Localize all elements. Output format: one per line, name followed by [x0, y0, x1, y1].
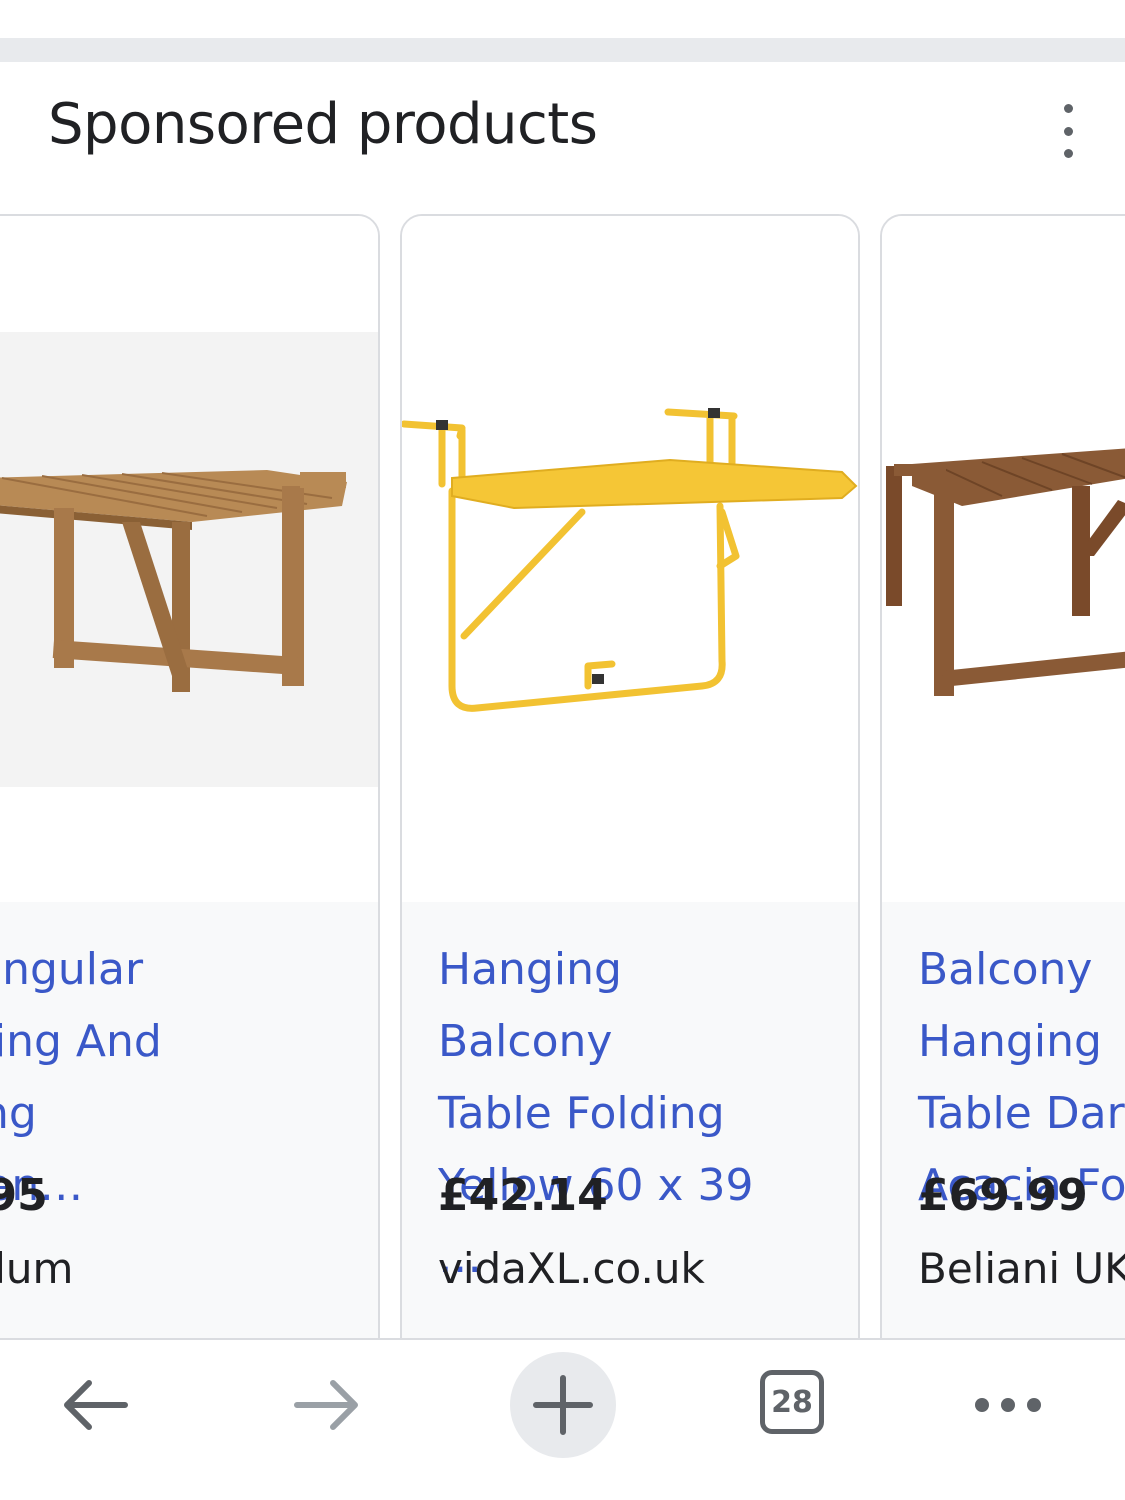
tab-switcher-button[interactable]: 28 [760, 1370, 824, 1434]
plus-icon [533, 1375, 593, 1435]
product-card[interactable]: Balcony Hanging Table Dark Acacia Foldin… [880, 214, 1125, 1340]
product-card[interactable]: Hanging Balcony Table Folding Yellow 60 … [400, 214, 860, 1340]
new-tab-button[interactable] [510, 1352, 616, 1458]
product-info: Balcony Hanging Table Dark Acacia Foldin… [882, 902, 1125, 1340]
product-image[interactable] [402, 216, 858, 902]
arrow-back-icon [64, 1380, 128, 1430]
section-title: Sponsored products [48, 92, 598, 157]
back-button[interactable] [50, 1340, 140, 1470]
product-merchant: Beliani UK [918, 1244, 1125, 1293]
section-divider [0, 38, 1125, 62]
product-card[interactable]: Rectangular Hanging And Folding Garden… … [0, 214, 380, 1340]
product-title[interactable]: Hanging Balcony Table Folding Yellow 60 … [438, 934, 808, 1294]
menu-dot [1063, 126, 1073, 136]
product-image[interactable] [882, 216, 1125, 902]
more-vert-icon[interactable] [1046, 104, 1090, 158]
product-merchant: vidaXL.co.uk [438, 1244, 705, 1293]
product-info: Rectangular Hanging And Folding Garden… … [0, 902, 378, 1340]
yellow-balcony-table-image [402, 408, 858, 712]
product-price: £42.14 [438, 1170, 608, 1221]
wooden-balcony-table-image [0, 470, 347, 692]
menu-dot [1063, 104, 1073, 113]
forward-button[interactable] [282, 1340, 372, 1470]
browser-toolbar: 28 [0, 1338, 1125, 1500]
more-horiz-icon [975, 1398, 1041, 1412]
product-price: £60.95 [0, 1170, 48, 1221]
product-info: Hanging Balcony Table Folding Yellow 60 … [402, 902, 858, 1340]
more-options-button[interactable] [966, 1340, 1050, 1470]
product-price: £69.99 [918, 1170, 1088, 1221]
acacia-balcony-table-image [886, 448, 1125, 696]
product-carousel[interactable]: Rectangular Hanging And Folding Garden… … [0, 212, 1125, 1340]
product-image[interactable] [0, 216, 378, 902]
menu-dot [1063, 149, 1073, 158]
page: Sponsored products ngular ng And g n… 5 … [0, 0, 1125, 1500]
product-merchant: Blooklum [0, 1244, 74, 1293]
arrow-forward-icon [294, 1380, 358, 1430]
